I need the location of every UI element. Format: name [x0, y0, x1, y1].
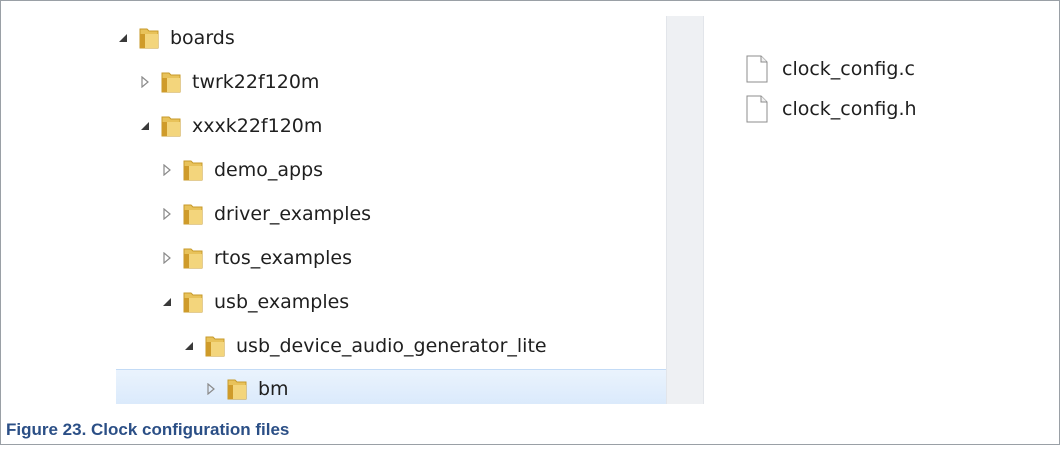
file-icon	[746, 95, 768, 123]
tree-item-label: bm	[258, 378, 289, 400]
expanded-triangle-icon[interactable]	[182, 339, 196, 353]
folder-icon	[138, 26, 160, 50]
tree-item-label: rtos_examples	[214, 247, 352, 269]
file-item-clock-config-c[interactable]: clock_config.c	[746, 52, 915, 86]
folder-icon	[182, 158, 204, 182]
file-icon	[746, 55, 768, 83]
collapsed-triangle-icon[interactable]	[160, 163, 174, 177]
tree-item-boards[interactable]: boards	[116, 18, 666, 58]
file-item-clock-config-h[interactable]: clock_config.h	[746, 92, 917, 126]
tree-item-label: usb_examples	[214, 291, 350, 313]
collapsed-triangle-icon[interactable]	[160, 251, 174, 265]
expanded-triangle-icon[interactable]	[116, 31, 130, 45]
folder-icon	[182, 290, 204, 314]
tree-item-usb-device-audio-generator-lite[interactable]: usb_device_audio_generator_lite	[116, 326, 666, 366]
collapsed-triangle-icon[interactable]	[204, 382, 218, 396]
tree-item-twrk22f120m[interactable]: twrk22f120m	[116, 62, 666, 102]
folder-icon	[160, 70, 182, 94]
folder-icon	[204, 334, 226, 358]
tree-item-label: twrk22f120m	[192, 71, 320, 93]
folder-tree-pane[interactable]: boards twrk22f120m xxxk22f120m demo_apps…	[116, 16, 666, 404]
tree-item-rtos-examples[interactable]: rtos_examples	[116, 238, 666, 278]
tree-item-label: xxxk22f120m	[192, 115, 323, 137]
file-name: clock_config.c	[782, 58, 915, 80]
expanded-triangle-icon[interactable]	[160, 295, 174, 309]
figure-frame: boards twrk22f120m xxxk22f120m demo_apps…	[0, 0, 1060, 445]
pane-splitter[interactable]	[666, 16, 704, 404]
tree-item-xxxk22f120m[interactable]: xxxk22f120m	[116, 106, 666, 146]
collapsed-triangle-icon[interactable]	[160, 207, 174, 221]
folder-icon	[160, 114, 182, 138]
tree-item-bm[interactable]: bm	[116, 369, 666, 404]
tree-item-driver-examples[interactable]: driver_examples	[116, 194, 666, 234]
expanded-triangle-icon[interactable]	[138, 119, 152, 133]
tree-item-label: driver_examples	[214, 203, 372, 225]
file-list-pane[interactable]: clock_config.c clock_config.h	[704, 16, 948, 404]
explorer-window: boards twrk22f120m xxxk22f120m demo_apps…	[116, 16, 948, 404]
folder-icon	[182, 202, 204, 226]
tree-item-label: demo_apps	[214, 159, 324, 181]
file-name: clock_config.h	[782, 98, 917, 120]
collapsed-triangle-icon[interactable]	[138, 75, 152, 89]
tree-item-label: usb_device_audio_generator_lite	[236, 335, 547, 357]
figure-caption: Figure 23. Clock configuration files	[6, 420, 290, 439]
tree-item-demo-apps[interactable]: demo_apps	[116, 150, 666, 190]
tree-item-label: boards	[170, 27, 235, 49]
folder-icon	[226, 377, 248, 401]
folder-icon	[182, 246, 204, 270]
tree-item-usb-examples[interactable]: usb_examples	[116, 282, 666, 322]
